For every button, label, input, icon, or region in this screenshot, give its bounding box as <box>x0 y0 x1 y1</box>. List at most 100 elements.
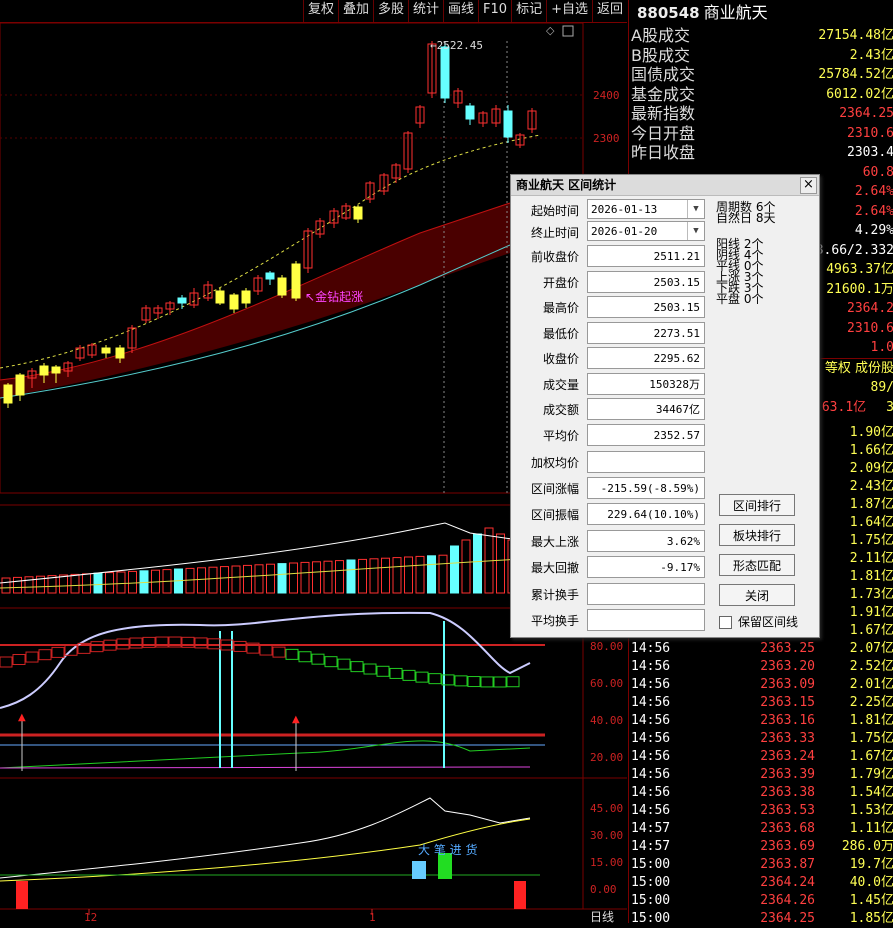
macd-label-30: 30.00 <box>590 829 623 842</box>
pattern-match-button[interactable]: 形态匹配 <box>719 554 795 576</box>
field-weighted-avg: 加权均价 <box>511 451 711 475</box>
volume-bar <box>243 564 252 594</box>
volume-bar <box>277 563 287 594</box>
tick-row: 14:56 2363.39 1.79亿 <box>631 767 893 782</box>
volume-bar <box>185 567 195 594</box>
sector-rank-button[interactable]: 板块排行 <box>719 524 795 546</box>
end-time-select[interactable]: 2026-01-20 ▼ <box>587 221 705 241</box>
price-pane-border <box>0 23 584 494</box>
interval-rank-button[interactable]: 区间排行 <box>719 494 795 516</box>
candle-body <box>291 263 301 299</box>
volume-bar <box>404 556 413 594</box>
dialog-title-bar[interactable]: 商业航天 区间统计 × <box>511 175 819 196</box>
price-ribbon <box>0 203 510 398</box>
toolbar-button-draw-line[interactable]: 画线 <box>443 0 478 22</box>
volume-bar <box>438 554 448 594</box>
volume-bar <box>496 533 505 594</box>
volume-bar <box>128 570 137 594</box>
index-code: 880548 <box>637 4 700 22</box>
close-button[interactable]: 关闭 <box>719 584 795 606</box>
period-tab-daily: 日线 <box>590 910 614 923</box>
quote-row: B股成交 2.43亿 <box>631 45 893 65</box>
volume-bar <box>323 560 333 594</box>
signal-annotation: ↖金钻起涨 <box>305 289 363 304</box>
toolbar-button-statistics[interactable]: 统计 <box>408 0 443 22</box>
high-price-label: ←2522.45 <box>430 39 483 52</box>
chevron-down-icon[interactable]: ▼ <box>687 200 704 218</box>
volume-bar <box>220 566 229 594</box>
dialog-title: 商业航天 区间统计 <box>516 178 617 192</box>
date-label-12: 12 <box>84 911 97 923</box>
toolbar-button-back[interactable]: 返回 <box>591 0 627 22</box>
window-icon <box>562 25 574 37</box>
candle-body <box>465 105 475 120</box>
candle-body <box>177 297 187 304</box>
toolbar-button-restore-rights[interactable]: 复权 <box>302 0 338 22</box>
tick-row: 15:00 2363.87 19.7亿 <box>631 857 893 872</box>
volume-bar <box>197 567 206 594</box>
field-interval-change: 区间涨幅 -215.59(-8.59%) <box>511 477 711 501</box>
tick-row: 14:56 2363.53 1.53亿 <box>631 803 893 818</box>
volume-bar <box>381 557 390 594</box>
volume-bar <box>208 566 218 594</box>
kdj-label-40: 40.00 <box>590 714 623 727</box>
quote-row: 昨日收盘 2303.4 <box>631 143 893 162</box>
toolbar-button-overlay[interactable]: 叠加 <box>337 0 373 22</box>
volume-bar <box>24 576 34 594</box>
index-name: 商业航天 <box>703 3 768 22</box>
volume-bar <box>473 533 482 594</box>
field-max-rise: 最大上涨 3.62% <box>511 530 711 554</box>
volume-bar <box>346 559 356 594</box>
volume-bar <box>392 557 402 594</box>
volume-bars <box>1 527 528 594</box>
start-time-row: 起始时间 2026-01-13 ▼ <box>511 199 711 223</box>
toolbar-button-add-watchlist[interactable]: +自选 <box>546 0 592 22</box>
volume-bar <box>358 558 367 594</box>
kdj-indicator: ▲ ▲ <box>0 611 545 771</box>
candle-body <box>15 374 25 396</box>
start-time-label: 起始时间 <box>530 204 579 218</box>
tick-row: 14:57 2363.68 1.11亿 <box>631 821 893 836</box>
kdj-k-line <box>0 611 531 709</box>
volume-bar <box>59 574 68 594</box>
kdj-label-20: 20.00 <box>590 751 623 764</box>
candle-body <box>101 347 111 354</box>
toolbar-button-multi-stock[interactable]: 多股 <box>372 0 408 22</box>
volume-bar <box>369 558 379 594</box>
candle-body <box>353 206 363 220</box>
signal-text: 大 笔 进 货 <box>418 842 477 857</box>
volume-bar <box>231 565 241 594</box>
index-title: 880548 商业航天 <box>629 0 893 26</box>
quote-row: A股成交 27154.48亿 <box>631 26 893 45</box>
field-high: 最高价 2503.15 <box>511 296 711 320</box>
macd-label-15: 15.00 <box>590 856 623 869</box>
interval-stats-dialog: 商业航天 区间统计 × 起始时间 2026-01-13 ▼ 终止时间 2026-0… <box>510 174 820 638</box>
close-icon[interactable]: × <box>800 177 817 194</box>
candle-body <box>115 347 125 359</box>
chevron-down-icon[interactable]: ▼ <box>687 222 704 240</box>
field-close: 收盘价 2295.62 <box>511 347 711 371</box>
field-prev-close: 前收盘价 2511.21 <box>511 245 711 269</box>
field-cum-turnover: 累计换手 <box>511 583 711 607</box>
field-interval-range: 区间振幅 229.64(10.10%) <box>511 503 711 527</box>
candle-body <box>51 366 61 374</box>
volume-bar <box>312 561 321 594</box>
field-avg-turnover: 平均换手 <box>511 609 711 633</box>
kdj-label-60: 60.00 <box>590 677 623 690</box>
keep-interval-line-checkbox[interactable]: 保留区间线 <box>719 615 798 629</box>
field-volume: 成交量 150328万 <box>511 373 711 397</box>
candle-body <box>3 384 13 404</box>
candle-body <box>229 294 239 310</box>
toolbar-button-mark[interactable]: 标记 <box>511 0 546 22</box>
checkbox-box <box>719 616 732 629</box>
kdj-label-80: 80.00 <box>590 640 623 653</box>
toolbar-button-f10[interactable]: F10 <box>478 0 511 22</box>
quote-row: 今日开盘 2310.6 <box>631 123 893 143</box>
volume-bar <box>1 577 11 594</box>
tick-row: 15:00 2364.25 1.85亿 <box>631 911 893 926</box>
volume-bar <box>93 572 103 594</box>
field-amount: 成交额 34467亿 <box>511 398 711 422</box>
candle-body <box>39 365 49 376</box>
tick-row: 14:56 2363.20 2.52亿 <box>631 659 893 674</box>
start-time-select[interactable]: 2026-01-13 ▼ <box>587 199 705 219</box>
